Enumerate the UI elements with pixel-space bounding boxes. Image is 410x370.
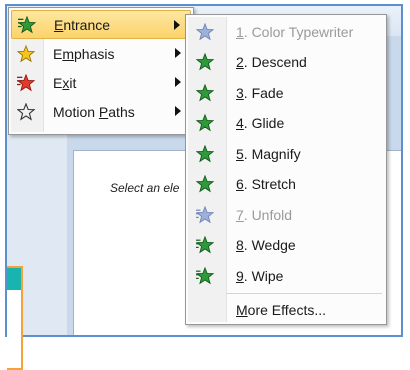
- submenu-arrow-icon: [175, 106, 181, 116]
- add-animation-menu: Entrance Emphasis Exit Motion Paths: [8, 7, 194, 135]
- menu-item-label: Exit: [53, 74, 77, 91]
- submenu-arrow-icon: [175, 48, 181, 58]
- menu-item-emphasis[interactable]: Emphasis: [11, 39, 191, 68]
- menu-item-unfold[interactable]: 7. Unfold: [188, 200, 384, 229]
- more-effects-blank-icon: [194, 299, 216, 321]
- menu-item-glide[interactable]: 4. Glide: [188, 109, 384, 138]
- color-typewriter-icon: [194, 21, 216, 43]
- menu-item-label: 7. Unfold: [236, 206, 293, 223]
- wedge-icon: [194, 234, 216, 256]
- entrance-star-icon: [16, 14, 38, 36]
- menu-item-label: 8. Wedge: [236, 237, 296, 253]
- wipe-icon: [194, 265, 216, 287]
- menu-item-more-effects[interactable]: More Effects...: [188, 295, 384, 324]
- unfold-icon: [194, 204, 216, 226]
- thumbnail-accent-bar: [7, 268, 21, 290]
- menu-item-label: 4. Glide: [236, 115, 285, 131]
- glide-icon: [194, 112, 216, 134]
- emphasis-star-icon: [15, 43, 37, 65]
- descend-icon: [194, 51, 216, 73]
- submenu-arrow-icon: [174, 20, 180, 30]
- menu-item-descend[interactable]: 2. Descend: [188, 48, 384, 77]
- magnify-icon: [194, 143, 216, 165]
- menu-item-exit[interactable]: Exit: [11, 68, 191, 97]
- menu-item-label: 2. Descend: [236, 54, 307, 70]
- stretch-icon: [194, 173, 216, 195]
- menu-item-wedge[interactable]: 8. Wedge: [188, 231, 384, 260]
- slide-placeholder-text: Select an ele: [110, 181, 180, 195]
- menu-item-label: More Effects...: [236, 301, 327, 318]
- menu-item-label: 6. Stretch: [236, 176, 296, 192]
- motion-path-star-icon: [15, 101, 37, 123]
- menu-item-color-typewriter[interactable]: 1. Color Typewriter: [188, 17, 384, 46]
- menu-item-entrance[interactable]: Entrance: [11, 10, 191, 39]
- menu-separator: [226, 293, 382, 294]
- menu-item-label: Emphasis: [53, 45, 115, 62]
- menu-item-magnify[interactable]: 5. Magnify: [188, 139, 384, 168]
- menu-item-wipe[interactable]: 9. Wipe: [188, 261, 384, 290]
- menu-item-label: Entrance: [54, 16, 111, 33]
- menu-item-label: 3. Fade: [236, 84, 284, 101]
- menu-item-stretch[interactable]: 6. Stretch: [188, 170, 384, 199]
- menu-item-label: 9. Wipe: [236, 267, 284, 284]
- submenu-arrow-icon: [175, 77, 181, 87]
- menu-item-fade[interactable]: 3. Fade: [188, 78, 384, 107]
- menu-item-label: 1. Color Typewriter: [236, 23, 354, 40]
- menu-item-label: Motion Paths: [53, 103, 135, 120]
- entrance-effects-submenu: 1. Color Typewriter 2. Descend 3. Fade 4. G…: [185, 14, 387, 325]
- menu-item-label: 5. Magnify: [236, 145, 301, 162]
- menu-item-motion-paths[interactable]: Motion Paths: [11, 97, 191, 126]
- exit-star-icon: [15, 72, 37, 94]
- fade-icon: [194, 82, 216, 104]
